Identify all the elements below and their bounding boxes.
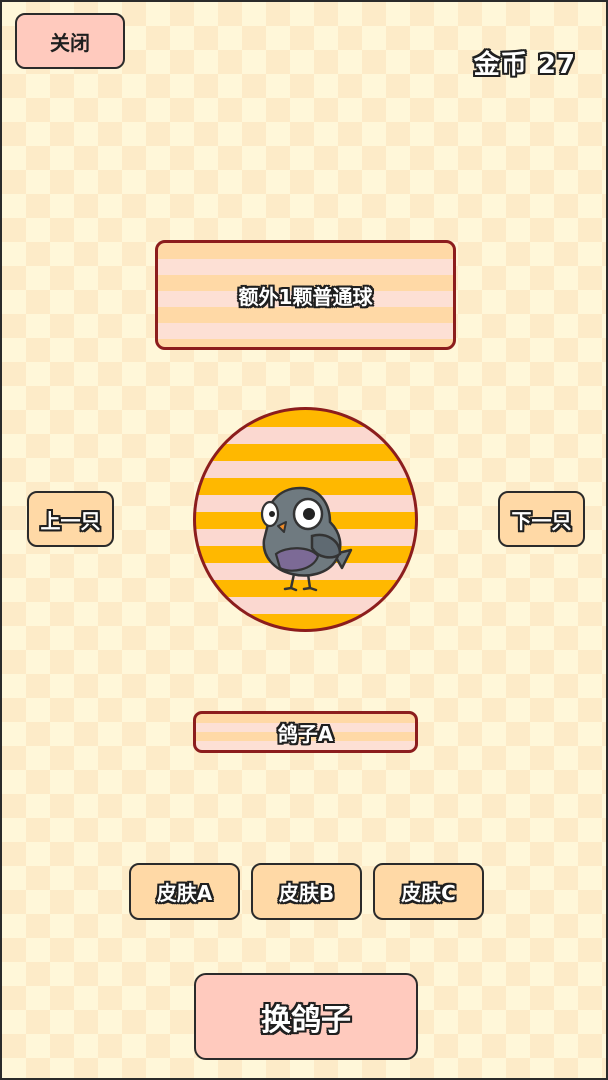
- skin-b-label: 皮肤B: [278, 881, 335, 905]
- previous-pigeon-label: 上一只: [40, 508, 101, 533]
- coin-counter: 金币 27: [474, 44, 576, 81]
- skin-a-label: 皮肤A: [156, 881, 213, 905]
- pigeon-preview: [193, 407, 418, 632]
- skin-c-label: 皮肤C: [401, 881, 456, 905]
- next-pigeon-button[interactable]: 下一只: [498, 491, 585, 547]
- previous-pigeon-button[interactable]: 上一只: [27, 491, 114, 547]
- change-pigeon-label: 换鸽子: [261, 1002, 351, 1038]
- coin-label: 金币: [473, 50, 528, 80]
- close-button[interactable]: 关闭: [15, 13, 125, 69]
- perk-text: 额外1颗普通球: [238, 284, 373, 309]
- pigeon-icon: [260, 486, 353, 592]
- skin-c-button[interactable]: 皮肤C: [373, 863, 484, 920]
- skin-a-button[interactable]: 皮肤A: [129, 863, 240, 920]
- pigeon-name-plate: 鸽子A: [193, 711, 418, 753]
- change-pigeon-button[interactable]: 换鸽子: [194, 973, 418, 1060]
- perk-banner: 额外1颗普通球: [155, 240, 456, 350]
- skin-selection-screen: 关闭 金币 27 额外1颗普通球 上一只 下一只 鸽子A 皮肤A 皮肤B 皮肤C…: [0, 0, 608, 1080]
- next-pigeon-label: 下一只: [511, 508, 572, 533]
- pigeon-name: 鸽子A: [277, 721, 334, 746]
- close-button-label: 关闭: [50, 30, 90, 55]
- coin-value: 27: [537, 50, 576, 80]
- skin-b-button[interactable]: 皮肤B: [251, 863, 362, 920]
